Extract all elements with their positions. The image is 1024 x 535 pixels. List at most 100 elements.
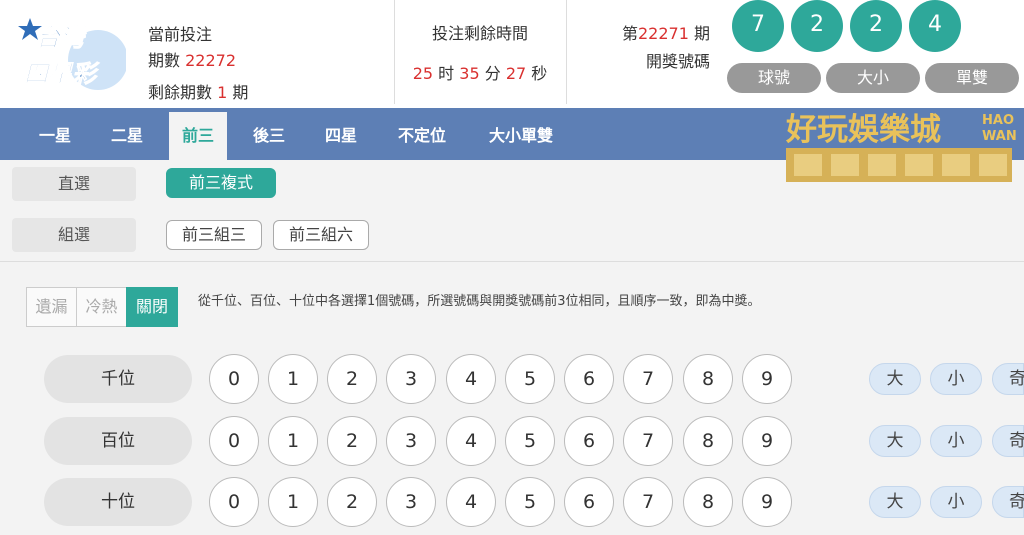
digit-button[interactable]: 5	[505, 416, 555, 466]
view-odd-even-button[interactable]: 單雙	[925, 63, 1019, 93]
quick-odd-button[interactable]: 奇	[992, 486, 1024, 518]
digit-button[interactable]: 7	[623, 416, 673, 466]
draw-issue-row: 第22271 期	[600, 20, 710, 48]
quick-big-button[interactable]: 大	[869, 425, 921, 457]
missing-stats-toggle[interactable]: 遺漏	[26, 287, 77, 327]
quick-small-button[interactable]: 小	[930, 425, 982, 457]
draw-ball: 7	[732, 0, 784, 52]
countdown-seconds: 27	[505, 64, 527, 83]
rule-description: 從千位、百位、十位中各選擇1個號碼，所選號碼與開獎號碼前3位相同，且順序一致，即…	[198, 294, 761, 309]
tab-unfixed-position[interactable]: 不定位	[384, 112, 460, 160]
logo-line2: 四星彩	[24, 60, 100, 88]
digit-button[interactable]: 4	[446, 354, 496, 404]
draw-ball: 4	[909, 0, 961, 52]
banner-sub2: WAN	[982, 129, 1016, 144]
position-label: 十位	[44, 478, 192, 526]
issue-row: 期數 22272	[148, 48, 248, 74]
divider	[0, 261, 1024, 262]
digit-button[interactable]: 6	[564, 477, 614, 527]
tab-two-star[interactable]: 二星	[98, 112, 156, 160]
digit-button[interactable]: 4	[446, 477, 496, 527]
banner-title: 好玩娛樂城	[786, 112, 941, 148]
issue-label: 期數	[148, 51, 181, 70]
current-bet-label: 當前投注	[148, 25, 213, 44]
position-label: 百位	[44, 417, 192, 465]
haowan-casino-banner: 好玩娛樂城 HAO WAN	[786, 112, 1016, 182]
position-label: 千位	[44, 355, 192, 403]
quick-small-button[interactable]: 小	[930, 363, 982, 395]
digit-button[interactable]: 9	[742, 477, 792, 527]
draw-issue: 22271	[637, 24, 689, 43]
digit-button[interactable]: 2	[327, 354, 377, 404]
current-bet-info: 當前投注 期數 22272 剩餘期數 1 期	[148, 22, 248, 106]
hot-cold-stats-toggle[interactable]: 冷熱	[76, 287, 127, 327]
remaining-issues-value: 1	[217, 83, 228, 102]
countdown-hours-unit: 时	[438, 64, 455, 83]
countdown-minutes-unit: 分	[484, 64, 501, 83]
digit-button[interactable]: 0	[209, 477, 259, 527]
digit-button[interactable]: 3	[386, 354, 436, 404]
digit-button[interactable]: 1	[268, 354, 318, 404]
digit-button[interactable]: 2	[327, 477, 377, 527]
draw-ball: 2	[850, 0, 902, 52]
digit-button[interactable]: 1	[268, 416, 318, 466]
tab-four-star[interactable]: 四星	[312, 112, 370, 160]
front-three-group-three-option[interactable]: 前三組三	[166, 220, 262, 250]
front-three-group-six-option[interactable]: 前三組六	[273, 220, 369, 250]
digit-button[interactable]: 9	[742, 416, 792, 466]
draw-numbers-label: 開獎號碼	[645, 52, 710, 71]
digit-button[interactable]: 7	[623, 354, 673, 404]
view-size-button[interactable]: 大小	[826, 63, 920, 93]
tab-back-three[interactable]: 後三	[240, 112, 298, 160]
digit-button[interactable]: 7	[623, 477, 673, 527]
draw-prefix: 第	[621, 24, 638, 43]
digit-button[interactable]: 4	[446, 416, 496, 466]
view-ball-number-button[interactable]: 球號	[727, 63, 821, 93]
digit-button[interactable]: 3	[386, 477, 436, 527]
quick-big-button[interactable]: 大	[869, 486, 921, 518]
last-draw-info: 第22271 期 開獎號碼	[600, 20, 710, 76]
remaining-issues-row: 剩餘期數 1 期	[148, 80, 248, 106]
divider	[566, 0, 567, 104]
digit-button[interactable]: 6	[564, 416, 614, 466]
taiwan-4-star-logo: 台灣 四星彩	[18, 18, 126, 90]
quick-odd-button[interactable]: 奇	[992, 363, 1024, 395]
digit-button[interactable]: 3	[386, 416, 436, 466]
banner-sub1: HAO	[982, 113, 1014, 128]
remaining-issues-label: 剩餘期數	[148, 83, 213, 102]
header: 台灣 四星彩 當前投注 期數 22272 剩餘期數 1 期 投注剩餘時間 25 …	[0, 0, 1024, 108]
logo-line1: 台灣	[36, 24, 88, 52]
digit-button[interactable]: 0	[209, 354, 259, 404]
divider	[394, 0, 395, 104]
countdown-timer: 25 时 35 分 27 秒	[396, 60, 564, 84]
digit-button[interactable]: 5	[505, 477, 555, 527]
countdown-seconds-unit: 秒	[531, 64, 548, 83]
quick-small-button[interactable]: 小	[930, 486, 982, 518]
draw-ball: 2	[791, 0, 843, 52]
countdown-title: 投注剩餘時間	[431, 24, 528, 43]
digit-button[interactable]: 5	[505, 354, 555, 404]
digit-button[interactable]: 8	[683, 416, 733, 466]
front-three-compound-option[interactable]: 前三複式	[166, 168, 276, 198]
tab-one-star[interactable]: 一星	[26, 112, 84, 160]
digit-button[interactable]: 9	[742, 354, 792, 404]
remaining-issues-unit: 期	[232, 83, 249, 102]
stats-off-toggle[interactable]: 關閉	[126, 287, 178, 327]
digit-button[interactable]: 2	[327, 416, 377, 466]
quick-big-button[interactable]: 大	[869, 363, 921, 395]
direct-selection-label: 直選	[12, 167, 136, 201]
draw-suffix: 期	[693, 24, 710, 43]
quick-odd-button[interactable]: 奇	[992, 425, 1024, 457]
issue-value: 22272	[185, 51, 237, 70]
tab-size-odd-even[interactable]: 大小單雙	[474, 112, 568, 160]
digit-button[interactable]: 0	[209, 416, 259, 466]
digit-button[interactable]: 1	[268, 477, 318, 527]
countdown-minutes: 35	[459, 64, 480, 83]
digit-button[interactable]: 8	[683, 354, 733, 404]
countdown-hours: 25	[412, 64, 434, 83]
tab-front-three[interactable]: 前三	[169, 112, 227, 160]
digit-button[interactable]: 8	[683, 477, 733, 527]
group-selection-label: 組選	[12, 218, 136, 252]
digit-button[interactable]: 6	[564, 354, 614, 404]
countdown: 投注剩餘時間 25 时 35 分 27 秒	[396, 20, 564, 84]
